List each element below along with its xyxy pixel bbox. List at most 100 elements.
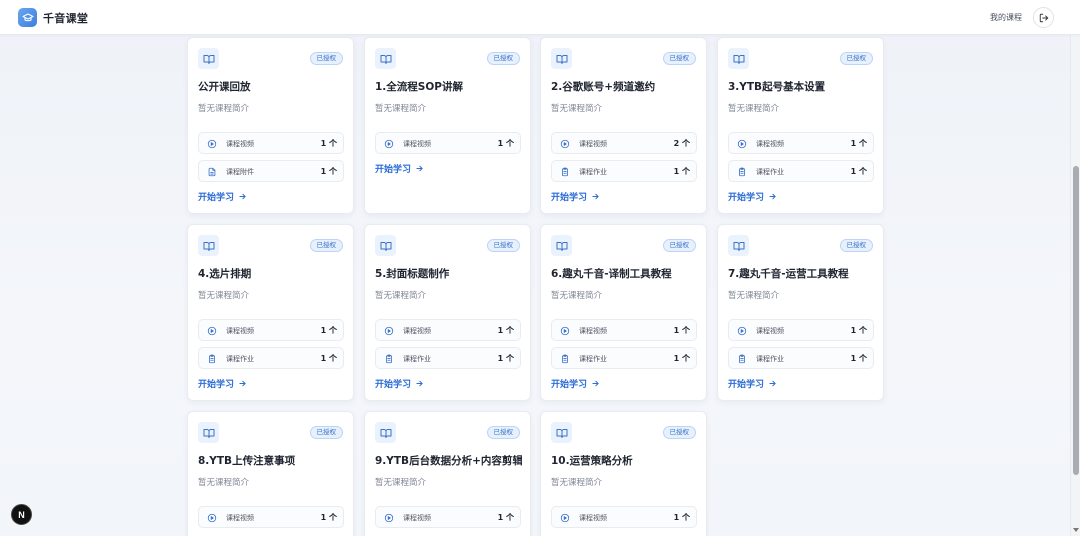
start-learning-link[interactable]: 开始学习	[728, 190, 777, 203]
arrow-right-icon	[415, 379, 424, 388]
stat-count: 1 个	[850, 167, 867, 176]
start-learning-link[interactable]: 开始学习	[375, 377, 424, 390]
course-title: 10.运营策略分析	[551, 455, 633, 467]
start-learning-label: 开始学习	[198, 380, 235, 390]
graduation-cap-logo-icon[interactable]	[18, 8, 37, 27]
logout-icon	[1039, 13, 1048, 22]
start-learning-link[interactable]: 开始学习	[375, 162, 424, 175]
stat-count: 1 个	[673, 167, 690, 176]
authorized-badge: 已授权	[839, 239, 873, 252]
start-learning-label: 开始学习	[728, 193, 765, 203]
stat-count: 1 个	[497, 139, 514, 148]
stat-count: 1 个	[320, 513, 337, 522]
page-scrollbar[interactable]	[1070, 35, 1080, 536]
arrow-right-icon	[768, 379, 777, 388]
stat-count: 1 个	[673, 513, 690, 522]
course-card[interactable]: 已授权 4.选片排期 暂无课程简介 课程视频 1 个课程作业 1 个开始学习	[187, 224, 354, 401]
start-learning-label: 开始学习	[728, 380, 765, 390]
scrollbar-thumb[interactable]	[1073, 166, 1079, 475]
course-card[interactable]: 已授权 6.趣丸千音-译制工具教程 暂无课程简介 课程视频 1 个课程作业 1 个开始学习	[540, 224, 707, 401]
video-icon	[559, 512, 570, 523]
arrow-right-icon	[415, 164, 424, 173]
course-stat-row: 课程视频 1 个	[551, 319, 697, 341]
stat-label: 课程作业	[226, 355, 254, 363]
authorized-badge: 已授权	[309, 426, 343, 439]
clipboard-icon	[559, 166, 570, 177]
course-card[interactable]: 已授权8.YTB上传注意事项暂无课程简介课程视频1 个开始学习	[187, 411, 354, 536]
authorized-badge: 已授权	[486, 52, 520, 65]
start-learning-label: 开始学习	[198, 193, 235, 203]
course-card[interactable]: 已授权9.YTB后台数据分析+内容剪辑暂无课程简介课程视频1 个开始学习	[364, 411, 531, 536]
stat-count: 1 个	[497, 354, 514, 363]
course-description: 暂无课程简介	[198, 478, 250, 488]
book-icon	[375, 48, 396, 69]
stat-label: 课程视频	[403, 514, 431, 522]
top-navbar: 千音课堂 我的课程	[0, 0, 1080, 35]
book-icon	[728, 235, 749, 256]
stat-count: 1 个	[850, 354, 867, 363]
course-stat-row: 课程视频 1 个	[728, 132, 874, 154]
stat-count: 1 个	[850, 139, 867, 148]
course-card[interactable]: 已授权 3.YTB起号基本设置 暂无课程简介 课程视频 1 个课程作业 1 个开始学习	[717, 37, 884, 214]
stat-count: 2 个	[673, 139, 690, 148]
stat-count: 1 个	[320, 354, 337, 363]
my-courses-link[interactable]: 我的课程	[990, 12, 1022, 23]
course-card[interactable]: 已授权 公开课回放 暂无课程简介 课程视频 1 个课程附件 1 个开始学习	[187, 37, 354, 214]
start-learning-link[interactable]: 开始学习	[728, 377, 777, 390]
course-stat-row: 课程视频 1 个	[198, 132, 344, 154]
course-stat-row: 课程作业 1 个	[551, 160, 697, 182]
clipboard-icon	[559, 353, 570, 364]
video-icon	[206, 138, 217, 149]
course-description: 暂无课程简介	[198, 104, 250, 114]
authorized-badge: 已授权	[309, 52, 343, 65]
course-stat-row: 课程作业 1 个	[198, 347, 344, 369]
course-stat-row: 课程作业 1 个	[728, 347, 874, 369]
course-card[interactable]: 已授权 5.封面标题制作 暂无课程简介 课程视频 1 个课程作业 1 个开始学习	[364, 224, 531, 401]
course-card[interactable]: 已授权 2.谷歌账号+频道邀约 暂无课程简介 课程视频 2 个课程作业 1 个开始学习	[540, 37, 707, 214]
course-description: 暂无课程简介	[551, 291, 603, 301]
stat-count: 1 个	[673, 326, 690, 335]
authorized-badge: 已授权	[839, 52, 873, 65]
arrow-right-icon	[768, 192, 777, 201]
start-learning-link[interactable]: 开始学习	[198, 377, 247, 390]
course-stat-row: 课程作业 1 个	[728, 160, 874, 182]
scroll-down-arrow-icon[interactable]	[1073, 528, 1079, 532]
authorized-badge: 已授权	[309, 239, 343, 252]
course-title: 6.趣丸千音-译制工具教程	[551, 268, 672, 280]
video-icon	[206, 325, 217, 336]
course-card[interactable]: 已授权10.运营策略分析暂无课程简介课程视频1 个开始学习	[540, 411, 707, 536]
course-stat-row: 课程视频 2 个	[551, 132, 697, 154]
stat-label: 课程作业	[756, 168, 784, 176]
book-icon	[198, 48, 219, 69]
course-title: 8.YTB上传注意事项	[198, 455, 296, 467]
video-icon	[559, 138, 570, 149]
course-description: 暂无课程简介	[375, 478, 427, 488]
app-title[interactable]: 千音课堂	[43, 10, 88, 26]
stat-count: 1 个	[497, 326, 514, 335]
book-icon	[728, 48, 749, 69]
authorized-badge: 已授权	[486, 426, 520, 439]
clipboard-icon	[206, 353, 217, 364]
stat-label: 课程视频	[226, 327, 254, 335]
course-card[interactable]: 已授权 1.全流程SOP讲解 暂无课程简介 课程视频 1 个开始学习	[364, 37, 531, 214]
course-description: 暂无课程简介	[728, 291, 780, 301]
logout-button[interactable]	[1033, 7, 1054, 28]
course-stat-row: 课程视频 1 个	[198, 506, 344, 528]
course-card[interactable]: 已授权 7.趣丸千音-运营工具教程 暂无课程简介 课程视频 1 个课程作业 1 个开始学习	[717, 224, 884, 401]
video-icon	[383, 325, 394, 336]
start-learning-label: 开始学习	[375, 165, 412, 175]
stat-label: 课程视频	[403, 140, 431, 148]
book-icon	[375, 235, 396, 256]
start-learning-link[interactable]: 开始学习	[551, 377, 600, 390]
stat-label: 课程视频	[579, 327, 607, 335]
authorized-badge: 已授权	[662, 52, 696, 65]
start-learning-link[interactable]: 开始学习	[198, 190, 247, 203]
stat-label: 课程视频	[756, 140, 784, 148]
course-title: 9.YTB后台数据分析+内容剪辑	[375, 455, 522, 467]
course-description: 暂无课程简介	[375, 291, 427, 301]
stat-label: 课程视频	[579, 514, 607, 522]
stat-label: 课程视频	[226, 140, 254, 148]
stat-count: 1 个	[673, 354, 690, 363]
start-learning-link[interactable]: 开始学习	[551, 190, 600, 203]
nextjs-dev-badge[interactable]: N	[11, 504, 32, 525]
